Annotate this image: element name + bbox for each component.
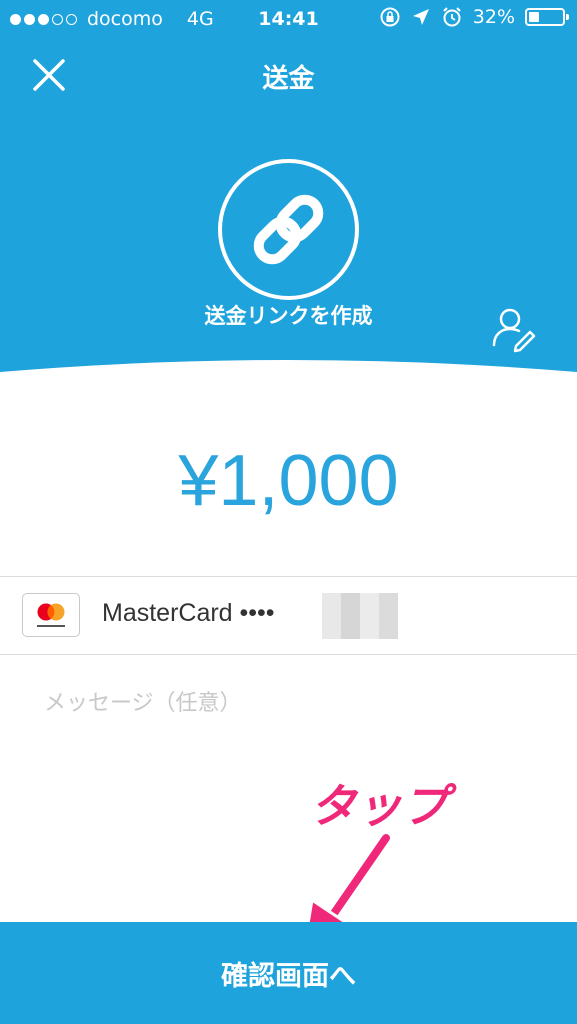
location-arrow-icon (412, 9, 429, 25)
alarm-icon (443, 7, 461, 27)
tap-annotation-label: タップ (310, 779, 448, 833)
status-right: 32% (379, 6, 569, 28)
battery-fill (529, 12, 539, 22)
payment-card-selector[interactable]: MasterCard •••• (0, 577, 577, 654)
person-edit-icon (492, 308, 536, 353)
rotation-lock-icon (380, 7, 400, 27)
battery-icon (525, 8, 569, 26)
create-link-button[interactable] (217, 158, 360, 301)
status-bar: docomo 4G 14:41 32% (0, 0, 577, 40)
card-masked-number: MasterCard •••• (102, 599, 275, 627)
message-input[interactable] (0, 655, 577, 795)
mastercard-logo-icon (22, 593, 80, 637)
amount-display[interactable]: ¥1,000 (0, 440, 577, 522)
card-number-redaction (322, 593, 398, 639)
battery-tip (566, 14, 569, 20)
select-contact-button[interactable] (490, 305, 538, 353)
chain-link-icon (218, 159, 359, 300)
battery-percent: 32% (472, 6, 515, 28)
confirm-button[interactable]: 確認画面へ (0, 922, 577, 1024)
page-title: 送金 (262, 64, 315, 94)
